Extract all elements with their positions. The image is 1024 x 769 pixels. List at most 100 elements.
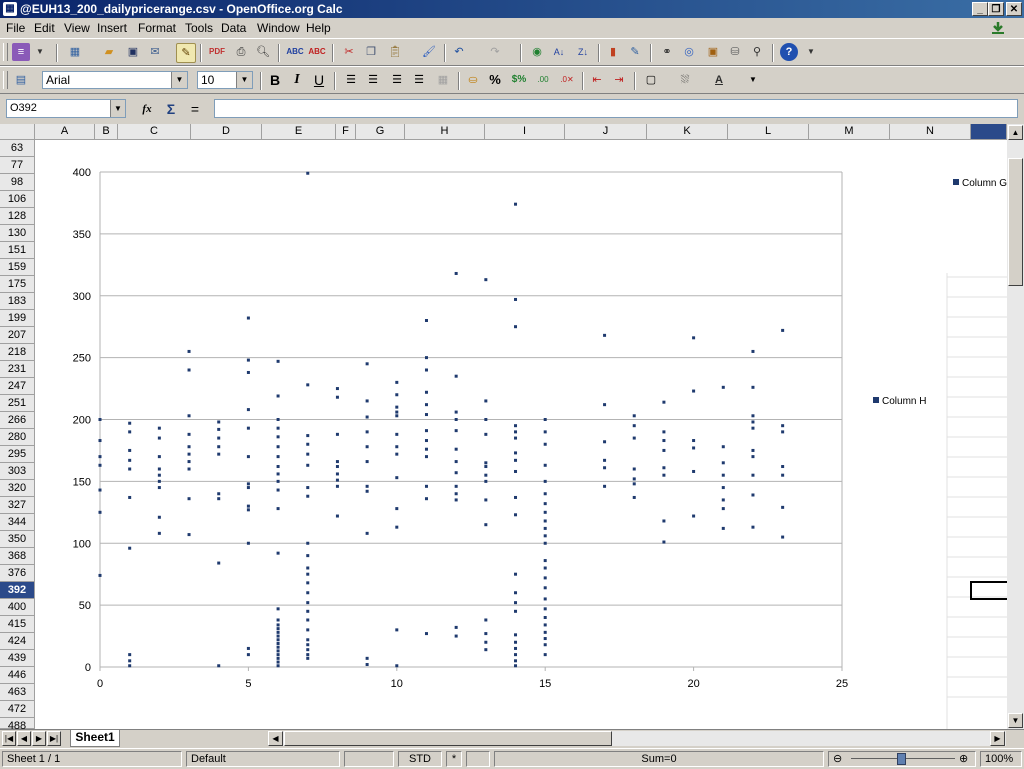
menu-tools[interactable]: Tools bbox=[185, 21, 213, 35]
zoom-percent[interactable]: 100% bbox=[980, 751, 1022, 767]
row-header[interactable]: 128 bbox=[0, 208, 35, 225]
selection-mode[interactable]: STD bbox=[398, 751, 442, 767]
row-header[interactable]: 175 bbox=[0, 276, 35, 293]
row-header[interactable]: 199 bbox=[0, 310, 35, 327]
row-header[interactable]: 424 bbox=[0, 633, 35, 650]
chevron-down-icon[interactable]: ▼ bbox=[171, 72, 187, 88]
align-right-icon[interactable]: ☰ bbox=[388, 71, 406, 89]
italic-button[interactable]: I bbox=[288, 71, 306, 89]
redo-icon[interactable]: ↷ bbox=[486, 43, 504, 61]
sum-display[interactable]: Sum=0 bbox=[494, 751, 824, 767]
insert-chart-icon[interactable]: ▮ bbox=[604, 43, 622, 61]
zoom-icon[interactable]: ⚲ bbox=[748, 43, 766, 61]
download-icon[interactable] bbox=[990, 20, 1006, 36]
row-header[interactable]: 183 bbox=[0, 293, 35, 310]
zoom-out-icon[interactable]: ⊖ bbox=[833, 752, 842, 766]
row-header[interactable]: 368 bbox=[0, 548, 35, 565]
sort-ascending-icon[interactable]: A↓ bbox=[550, 43, 568, 61]
column-header-g[interactable]: G bbox=[356, 124, 405, 140]
row-header[interactable]: 463 bbox=[0, 684, 35, 701]
number-format-icon[interactable]: $% bbox=[510, 71, 528, 89]
font-color-icon[interactable]: A bbox=[710, 71, 728, 89]
column-header-l[interactable]: L bbox=[728, 124, 809, 140]
row-header[interactable]: 280 bbox=[0, 429, 35, 446]
row-header[interactable]: 98 bbox=[0, 174, 35, 191]
previous-sheet-button[interactable]: ◀ bbox=[17, 731, 31, 746]
horizontal-scroll-thumb[interactable] bbox=[284, 731, 612, 746]
borders-icon[interactable]: ▢ bbox=[642, 71, 660, 89]
function-button[interactable]: = bbox=[186, 100, 204, 118]
row-header[interactable]: 63 bbox=[0, 140, 35, 157]
edit-mode-icon[interactable]: ✎ bbox=[176, 43, 196, 63]
toolbar-dropdown-icon[interactable]: ▼ bbox=[34, 43, 46, 61]
row-header[interactable]: 320 bbox=[0, 480, 35, 497]
row-header[interactable]: 130 bbox=[0, 225, 35, 242]
menu-data[interactable]: Data bbox=[221, 21, 246, 35]
menu-file[interactable]: File bbox=[6, 21, 25, 35]
merge-cells-icon[interactable]: ▦ bbox=[434, 71, 452, 89]
row-header[interactable]: 106 bbox=[0, 191, 35, 208]
print-icon[interactable]: ⎙ bbox=[232, 43, 250, 61]
navigator-compass-icon[interactable]: ◎ bbox=[680, 43, 698, 61]
cut-icon[interactable]: ✂ bbox=[340, 43, 358, 61]
spellcheck-icon[interactable]: ABC bbox=[286, 43, 304, 61]
save-icon[interactable]: ▣ bbox=[124, 43, 142, 61]
bold-button[interactable]: B bbox=[266, 71, 284, 89]
autospell-icon[interactable]: ABC bbox=[308, 43, 326, 61]
minimize-button[interactable]: _ bbox=[972, 2, 988, 16]
spreadsheet-grid[interactable]: 0 50 100 150 200 250 300 350 400 0 5 10 15 20 25 Column… bbox=[35, 140, 1007, 729]
background-color-icon[interactable]: ⛆ bbox=[676, 71, 694, 89]
column-header-m[interactable]: M bbox=[809, 124, 890, 140]
toolbar-overflow-icon[interactable]: ▼ bbox=[748, 71, 758, 89]
row-header[interactable]: 207 bbox=[0, 327, 35, 344]
copy-icon[interactable]: ❐ bbox=[362, 43, 380, 61]
navigator-icon[interactable]: ◉ bbox=[528, 43, 546, 61]
underline-button[interactable]: U bbox=[310, 71, 328, 89]
align-center-icon[interactable]: ☰ bbox=[364, 71, 382, 89]
add-decimal-icon[interactable]: .00 bbox=[534, 71, 552, 89]
tab-sheet1[interactable]: Sheet1 bbox=[70, 730, 120, 747]
font-name-combo[interactable]: Arial ▼ bbox=[42, 71, 188, 89]
row-header[interactable]: 327 bbox=[0, 497, 35, 514]
column-header-k[interactable]: K bbox=[647, 124, 728, 140]
justify-icon[interactable]: ☰ bbox=[410, 71, 428, 89]
row-header[interactable]: 77 bbox=[0, 157, 35, 174]
next-sheet-button[interactable]: ▶ bbox=[32, 731, 46, 746]
align-left-icon[interactable]: ☰ bbox=[342, 71, 360, 89]
paste-icon[interactable]: 📋︎ bbox=[386, 43, 404, 61]
column-header-h[interactable]: H bbox=[405, 124, 485, 140]
column-header-e[interactable]: E bbox=[262, 124, 336, 140]
horizontal-scrollbar[interactable]: ◀ ▶ bbox=[268, 731, 1006, 746]
styles-icon[interactable]: ▤ bbox=[12, 71, 30, 89]
menu-view[interactable]: View bbox=[64, 21, 90, 35]
row-header[interactable]: 400 bbox=[0, 599, 35, 616]
last-sheet-button[interactable]: ▶| bbox=[47, 731, 61, 746]
print-preview-icon[interactable]: 🔍︎ bbox=[254, 43, 272, 61]
scatter-chart[interactable]: 0 50 100 150 200 250 300 350 400 0 5 10 15 20 25 Column… bbox=[35, 140, 1007, 729]
zoom-slider[interactable]: ⊖ ⊕ bbox=[828, 751, 976, 767]
export-pdf-icon[interactable]: PDF bbox=[208, 43, 226, 61]
row-header[interactable]: 251 bbox=[0, 395, 35, 412]
row-header[interactable]: 376 bbox=[0, 565, 35, 582]
scroll-down-button[interactable]: ▼ bbox=[1008, 713, 1023, 728]
increase-indent-icon[interactable]: ⇥ bbox=[610, 71, 628, 89]
currency-format-icon[interactable]: ⛀ bbox=[464, 71, 482, 89]
row-header[interactable]: 472 bbox=[0, 701, 35, 718]
sum-button[interactable]: Σ bbox=[162, 100, 180, 118]
menu-window[interactable]: Window bbox=[257, 21, 300, 35]
scroll-up-button[interactable]: ▲ bbox=[1008, 125, 1023, 140]
menu-insert[interactable]: Insert bbox=[97, 21, 127, 35]
vertical-scroll-thumb[interactable] bbox=[1008, 158, 1023, 286]
menu-help[interactable]: Help bbox=[306, 21, 331, 35]
row-header[interactable]: 439 bbox=[0, 650, 35, 667]
row-header[interactable]: 266 bbox=[0, 412, 35, 429]
menu-edit[interactable]: Edit bbox=[34, 21, 55, 35]
column-header-a[interactable]: A bbox=[35, 124, 95, 140]
column-header-j[interactable]: J bbox=[565, 124, 647, 140]
row-header[interactable]: 218 bbox=[0, 344, 35, 361]
scroll-right-button[interactable]: ▶ bbox=[990, 731, 1005, 746]
column-header-d[interactable]: D bbox=[191, 124, 262, 140]
row-header[interactable]: 344 bbox=[0, 514, 35, 531]
new-document-icon[interactable]: ▦ bbox=[66, 43, 84, 61]
gallery-icon[interactable]: ▣ bbox=[704, 43, 722, 61]
